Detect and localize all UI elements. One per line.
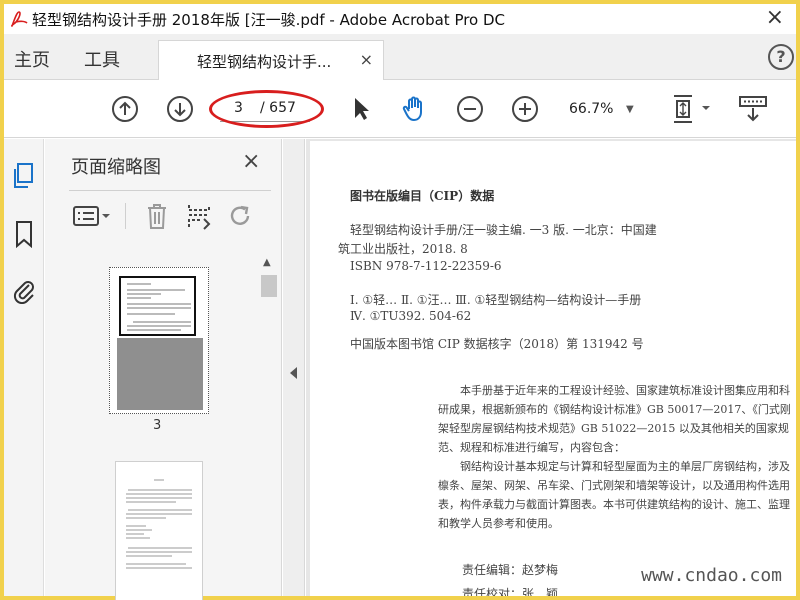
collapse-arrow-icon[interactable] [290, 367, 297, 379]
toolbar-divider [125, 203, 126, 229]
select-cursor-icon[interactable] [346, 94, 376, 124]
thumbnail-scrollbar[interactable]: ▲ [259, 253, 279, 593]
acrobat-app-icon [8, 8, 30, 30]
pdf-page: 图书在版编目（CIP）数据 轻型钢结构设计手册/汪一骏主编. 一3 版. 一北京… [310, 141, 796, 596]
thumbnail-page-number: 3 [153, 418, 162, 433]
window-close-button[interactable]: × [766, 7, 784, 29]
help-icon[interactable]: ? [768, 44, 794, 70]
cip-record-line: 中国版本图书馆 CIP 数据核字（2018）第 131942 号 [350, 337, 644, 351]
classification-line-2: Ⅳ. ①TU392. 504-62 [350, 309, 472, 323]
editor-credit: 责任编辑：赵梦梅 [462, 563, 559, 577]
document-tab-close-button[interactable]: × [360, 50, 373, 69]
nav-home[interactable]: 主页 [14, 46, 50, 72]
page-thumbnails-icon[interactable] [10, 161, 38, 191]
menu-tab-bar: 主页 工具 轻型钢结构设计手... × ? [4, 34, 796, 81]
title-bar: 轻型钢结构设计手册 2018年版 [汪一骏.pdf - Adobe Acroba… [4, 4, 796, 34]
cip-line-1: 轻型钢结构设计手册/汪一骏主编. 一3 版. 一北京：中国建 [350, 223, 657, 237]
panel-close-button[interactable]: × [242, 149, 260, 174]
red-highlight-annotation [209, 90, 324, 128]
watermark-text: www.cndao.com [641, 565, 782, 586]
zoom-out-button[interactable] [455, 94, 485, 124]
attachments-icon[interactable] [10, 275, 38, 305]
proofreader-credit: 责任校对：张 颖 [462, 587, 559, 596]
toolbar: 3 / 657 66.7% ▼ [4, 80, 796, 138]
scroll-up-arrow-icon[interactable]: ▲ [263, 257, 271, 268]
window-title: 轻型钢结构设计手册 2018年版 [汪一骏.pdf - Adobe Acroba… [32, 10, 506, 29]
cip-heading: 图书在版编目（CIP）数据 [350, 189, 495, 203]
page-thumbnails-panel: 页面缩略图 × ▲ 3 [45, 139, 282, 600]
bookmarks-icon[interactable] [10, 219, 38, 249]
isbn-line: ISBN 978-7-112-22359-6 [350, 259, 502, 273]
document-tab[interactable]: 轻型钢结构设计手... × [158, 40, 384, 81]
document-tab-label: 轻型钢结构设计手... [197, 53, 332, 71]
rotate-page-icon[interactable] [225, 201, 257, 231]
visible-area-indicator[interactable] [119, 276, 196, 336]
hand-tool-icon[interactable] [400, 94, 430, 124]
cip-line-2: 筑工业出版社，2018. 8 [338, 242, 468, 256]
panel-collapse-handle[interactable] [283, 139, 305, 596]
scrollbar-thumb[interactable] [261, 275, 277, 297]
page-thumbnail[interactable] [115, 461, 203, 600]
zoom-in-button[interactable] [510, 94, 540, 124]
next-page-button[interactable] [165, 94, 195, 124]
book-description: 本手册基于近年来的工程设计经验、国家建筑标准设计图集应用和科研成果，根据新颁布的… [438, 381, 794, 533]
scroll-mode-icon[interactable] [736, 94, 770, 124]
page-thumbnail-selected[interactable] [109, 267, 209, 414]
thumbnail-options-icon[interactable] [71, 201, 115, 231]
description-paragraph-2: 钢结构设计基本规定与计算和轻型屋面为主的单层厂房钢结构，涉及檩条、屋架、网架、吊… [438, 460, 790, 530]
document-viewer[interactable]: 图书在版编目（CIP）数据 轻型钢结构设计手册/汪一骏主编. 一3 版. 一北京… [306, 139, 796, 596]
left-navigation-rail [4, 139, 44, 596]
description-paragraph-1: 本手册基于近年来的工程设计经验、国家建筑标准设计图集应用和科研成果，根据新颁布的… [438, 384, 791, 454]
previous-page-button[interactable] [110, 94, 140, 124]
delete-page-icon[interactable] [141, 201, 173, 231]
zoom-dropdown-arrow[interactable]: ▼ [626, 104, 634, 115]
extract-pages-icon[interactable] [183, 201, 215, 231]
page-fit-icon[interactable] [668, 94, 718, 124]
nav-tools[interactable]: 工具 [84, 46, 120, 72]
classification-line-1: Ⅰ. ①轻… Ⅱ. ①汪… Ⅲ. ①轻型钢结构—结构设计—手册 [350, 293, 642, 307]
zoom-level-select[interactable]: 66.7% [569, 101, 613, 117]
panel-divider [69, 190, 271, 191]
thumbnail-image [117, 274, 203, 410]
panel-title: 页面缩略图 [71, 157, 161, 178]
